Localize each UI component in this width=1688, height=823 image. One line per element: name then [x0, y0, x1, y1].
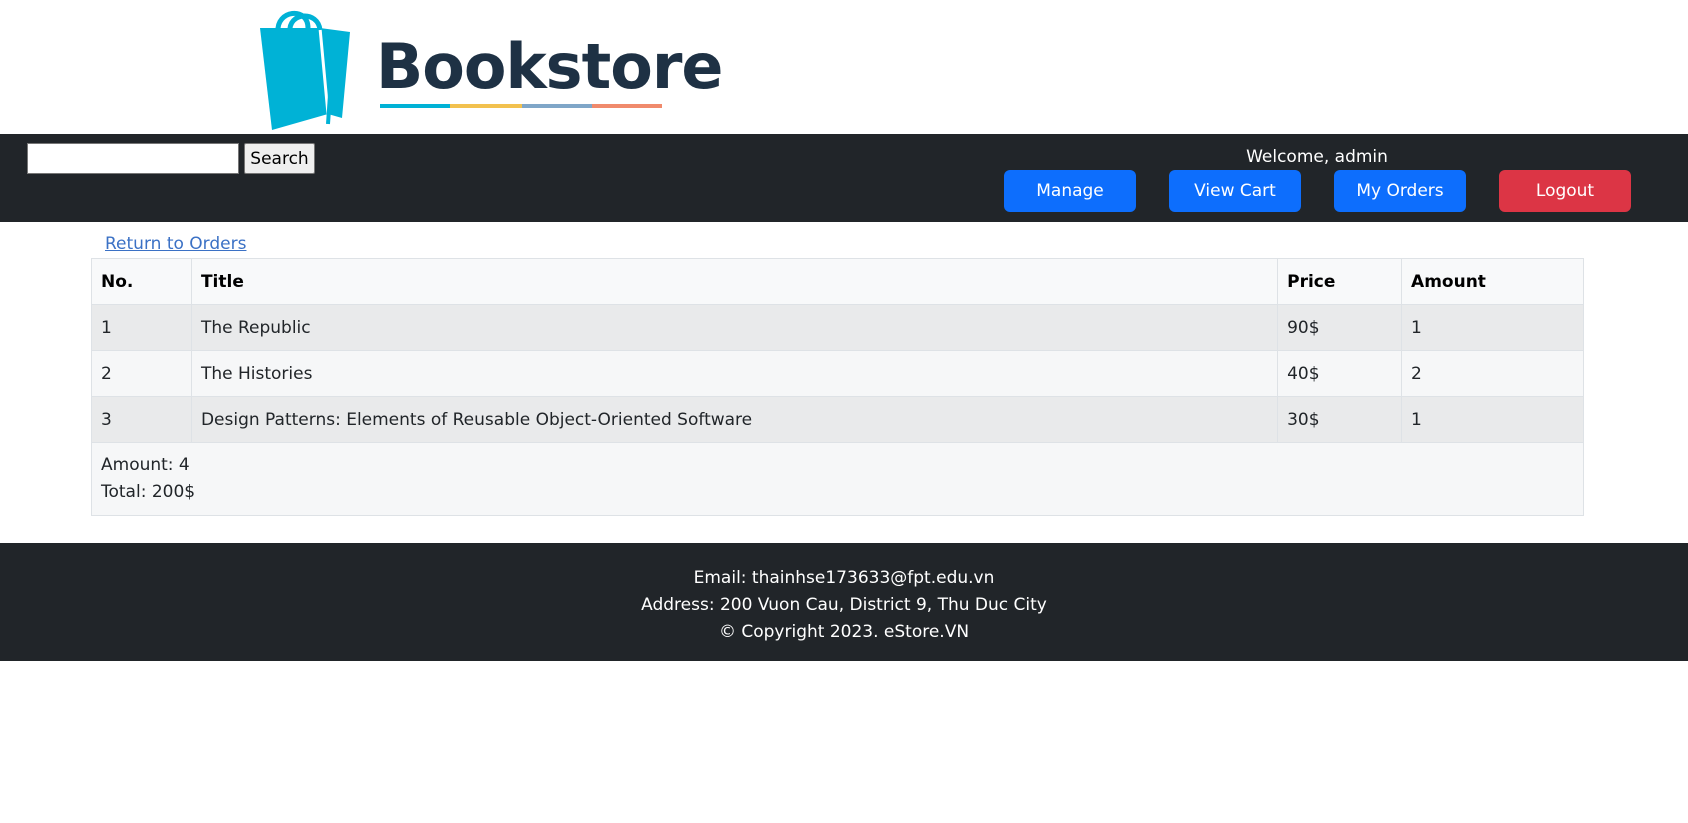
footer-copyright: © Copyright 2023. eStore.VN	[718, 622, 970, 642]
cell-no: 1	[91, 304, 192, 351]
brand-stripe-1	[380, 104, 450, 108]
header-no: No.	[91, 258, 192, 305]
welcome-text: Welcome, admin	[1246, 147, 1388, 167]
brand-stripe-3	[522, 104, 592, 108]
cell-price: 40$	[1277, 350, 1403, 397]
footer-address: Address: 200 Vuon Cau, District 9, Thu D…	[641, 595, 1047, 615]
cell-no: 3	[91, 396, 192, 443]
summary-total: Total: 200$	[101, 482, 196, 502]
search-input[interactable]	[27, 143, 239, 174]
logout-button[interactable]: Logout	[1499, 170, 1631, 212]
order-summary-row: Amount: 4 Total: 200$	[91, 442, 1584, 516]
cell-title: Design Patterns: Elements of Reusable Ob…	[190, 396, 1279, 443]
cell-title: The Histories	[190, 350, 1279, 397]
order-detail-table: No. Title Price Amount 1 The Republic 90…	[91, 258, 1584, 516]
navbar: Search Welcome, admin Manage View Cart M…	[0, 134, 1688, 222]
cell-amount: 1	[1401, 396, 1584, 443]
manage-button[interactable]: Manage	[1004, 170, 1136, 212]
shopping-bag-icon	[260, 10, 350, 130]
brand-stripe-2	[450, 104, 522, 108]
my-orders-button[interactable]: My Orders	[1334, 170, 1466, 212]
table-row: 2 The Histories 40$ 2	[91, 350, 1584, 397]
search-button[interactable]: Search	[244, 143, 315, 174]
header-amount: Amount	[1401, 258, 1584, 305]
brand-name: Bookstore	[376, 30, 723, 103]
cell-amount: 2	[1401, 350, 1584, 397]
bookstore-logo[interactable]: Bookstore	[258, 6, 723, 132]
footer: Email: thainhse173633@fpt.edu.vn Address…	[0, 543, 1688, 661]
cell-amount: 1	[1401, 304, 1584, 351]
header-price: Price	[1277, 258, 1403, 305]
logo-header: Bookstore	[0, 0, 1688, 134]
header-title: Title	[190, 258, 1279, 305]
table-header-row: No. Title Price Amount	[91, 258, 1584, 305]
footer-email: Email: thainhse173633@fpt.edu.vn	[693, 568, 995, 588]
cell-title: The Republic	[190, 304, 1279, 351]
cell-price: 30$	[1277, 396, 1403, 443]
view-cart-button[interactable]: View Cart	[1169, 170, 1301, 212]
return-to-orders-link[interactable]: Return to Orders	[105, 234, 246, 254]
table-row: 1 The Republic 90$ 1	[91, 304, 1584, 351]
brand-stripe-4	[592, 104, 662, 108]
table-row: 3 Design Patterns: Elements of Reusable …	[91, 396, 1584, 443]
cell-price: 90$	[1277, 304, 1403, 351]
summary-amount: Amount: 4	[101, 455, 190, 475]
cell-no: 2	[91, 350, 192, 397]
order-summary: Amount: 4 Total: 200$	[91, 442, 1584, 516]
